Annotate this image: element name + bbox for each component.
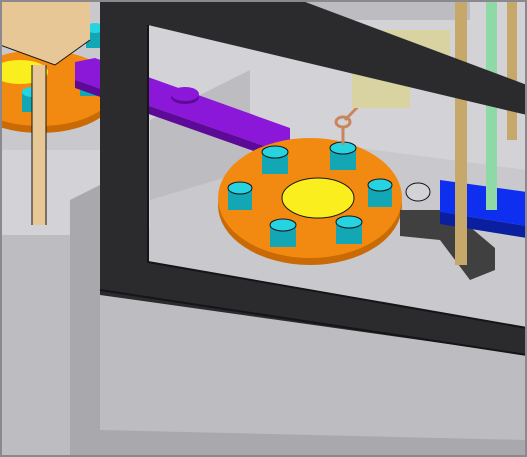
tan-rod-right [507,0,517,140]
left-cabinet-face [0,235,70,457]
tan-rod [455,0,467,265]
cad-viewport[interactable] [0,0,527,457]
stop-knob[interactable] [405,182,431,202]
main-turntable-cup[interactable] [281,177,355,219]
pillar [70,185,100,457]
wooden-leg [32,65,46,225]
